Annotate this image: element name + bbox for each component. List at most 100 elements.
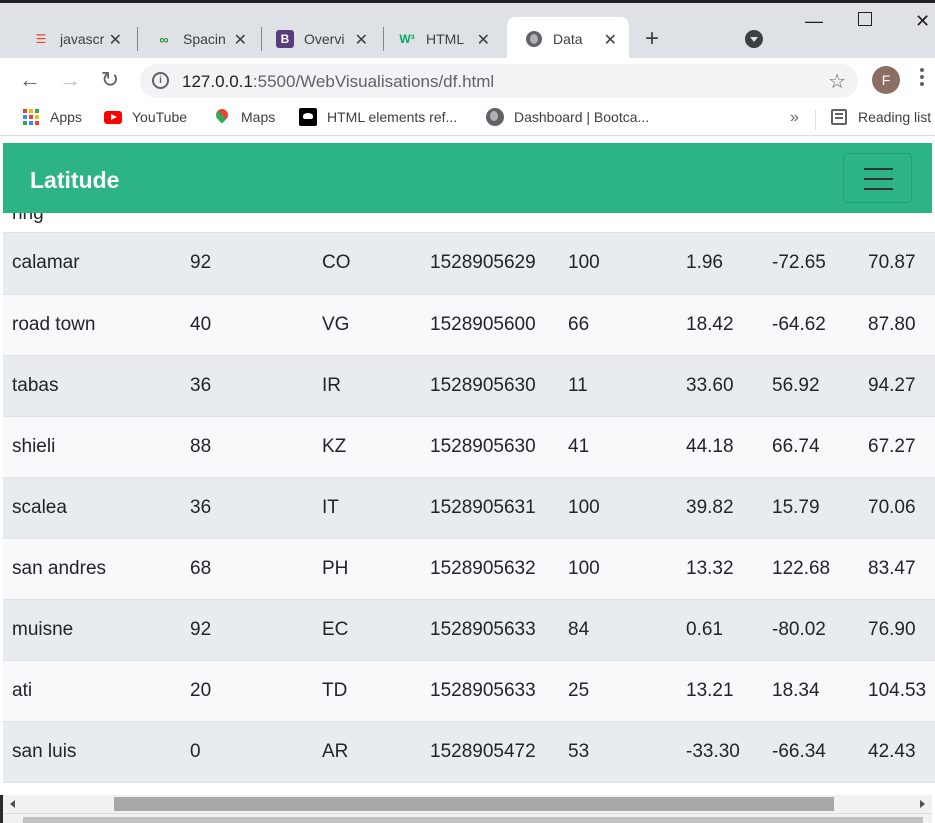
browser-toolbar: ← → ↻ i 127.0.0.1:5500/WebVisualisations…: [0, 58, 935, 102]
table-cell: 92: [181, 599, 313, 661]
navbar-toggler-button[interactable]: [843, 153, 912, 203]
table-cell: KZ: [313, 416, 421, 478]
close-icon[interactable]: ✕: [355, 30, 368, 50]
table-cell: 39.82: [677, 477, 763, 539]
tab-title: Overvi: [304, 31, 345, 47]
table-cell: 1528905630: [421, 416, 559, 478]
table-cell: shieli: [3, 416, 181, 478]
table-cell: 40: [181, 294, 313, 356]
tab-strip: ☰ javascr ✕ ∞ Spacin ✕ B Overvi ✕ W³ HTM…: [0, 0, 935, 61]
html5-icon: ☰: [35, 32, 47, 46]
bookmark-label: Dashboard | Bootca...: [514, 109, 650, 125]
table-cell: 67.27: [859, 416, 935, 478]
profile-avatar[interactable]: F: [872, 66, 900, 94]
close-icon[interactable]: ✕: [234, 30, 247, 50]
table-cell: 56.92: [763, 355, 859, 417]
bookmarks-divider: [815, 110, 816, 130]
table-cell: 87.80: [859, 294, 935, 356]
back-arrow-icon[interactable]: ←: [16, 66, 44, 94]
table-cell: -72.65: [763, 233, 859, 295]
table-row: san luis 0 AR 1528905472 53 -33.30 -66.34 42.43: [3, 721, 935, 783]
table-cell: 1528905632: [421, 538, 559, 600]
table-cell: 70.06: [859, 477, 935, 539]
table-cell: 13.21: [677, 660, 763, 722]
bookmark-apps[interactable]: Apps: [22, 108, 82, 126]
table-cell: VG: [313, 294, 421, 356]
table-cell: -33.30: [677, 721, 763, 783]
table-cell: IT: [313, 477, 421, 539]
bookmark-maps[interactable]: Maps: [213, 108, 275, 126]
table-cell: san andres: [3, 538, 181, 600]
bookmark-label: Maps: [241, 109, 276, 125]
bookmark-html-elements[interactable]: HTML elements ref...: [299, 108, 457, 126]
table-cell: 76.90: [859, 599, 935, 661]
table-row: road town 40 VG 1528905600 66 18.42 -64.62 87.8…: [3, 294, 935, 356]
table-cell: 1528905629: [421, 233, 559, 295]
bookmarks-overflow-button[interactable]: »: [790, 109, 799, 127]
table-cell: 0: [181, 721, 313, 783]
tab-spacing[interactable]: ∞ Spacin ✕: [137, 17, 259, 61]
url-text[interactable]: 127.0.0.1:5500/WebVisualisations/df.html: [182, 72, 494, 92]
url-path: :5500/WebVisualisations/df.html: [252, 72, 495, 91]
table-cell: 25: [559, 660, 677, 722]
table-cell: 84: [559, 599, 677, 661]
close-icon[interactable]: ✕: [109, 30, 122, 50]
table-cell: -64.62: [763, 294, 859, 356]
table-cell: 83.47: [859, 538, 935, 600]
window-close-icon[interactable]: ✕: [915, 11, 930, 32]
navbar-brand[interactable]: Latitude: [30, 167, 119, 194]
info-icon[interactable]: i: [152, 72, 169, 89]
apps-grid-icon: [22, 108, 40, 126]
table-cell: 42.43: [859, 721, 935, 783]
scroll-right-arrow-icon[interactable]: [920, 800, 925, 808]
bookmark-star-icon[interactable]: ☆: [828, 69, 846, 94]
close-icon[interactable]: ✕: [604, 30, 617, 50]
page-viewport[interactable]: Latitude ring calamar 92 CO 1528905629 100 1.…: [0, 143, 935, 795]
table-cell: 70.87: [859, 233, 935, 295]
table-cell: san luis: [3, 721, 181, 783]
scroll-left-arrow-icon[interactable]: [10, 800, 15, 808]
table-cell: 1.96: [677, 233, 763, 295]
scrollbar-thumb[interactable]: [114, 797, 834, 811]
tab-data[interactable]: Data ✕: [507, 17, 629, 61]
bootstrap-icon: B: [276, 30, 294, 48]
new-tab-button[interactable]: +: [645, 25, 659, 53]
table-cell: 1528905633: [421, 660, 559, 722]
forward-arrow-icon[interactable]: →: [56, 66, 84, 94]
table-row: scalea 36 IT 1528905631 100 39.82 15.79 70.06: [3, 477, 935, 539]
scrollbar-thumb[interactable]: [23, 817, 923, 823]
maps-pin-icon: [213, 108, 231, 126]
window-horizontal-scrollbar[interactable]: [3, 813, 932, 823]
maximize-icon[interactable]: [858, 12, 872, 26]
table-cell: 44.18: [677, 416, 763, 478]
table-cell: 66.74: [763, 416, 859, 478]
tab-search-icon[interactable]: [745, 30, 763, 48]
bookmark-dashboard[interactable]: Dashboard | Bootca...: [486, 108, 649, 126]
tab-html[interactable]: W³ HTML ✕: [380, 17, 502, 61]
table-cell: 100: [559, 538, 677, 600]
table-cell: TD: [313, 660, 421, 722]
address-bar[interactable]: i 127.0.0.1:5500/WebVisualisations/df.ht…: [140, 64, 858, 98]
reading-list-button[interactable]: Reading list: [830, 108, 931, 126]
close-icon[interactable]: ✕: [477, 30, 490, 50]
table-cell: ati: [3, 660, 181, 722]
data-table: calamar 92 CO 1528905629 100 1.96 -72.65 70.87 r…: [3, 233, 935, 783]
table-cell: 15.79: [763, 477, 859, 539]
table-cell: 20: [181, 660, 313, 722]
horizontal-scrollbar[interactable]: [3, 795, 932, 813]
table-cell: 18.34: [763, 660, 859, 722]
table-cell: tabas: [3, 355, 181, 417]
reload-icon[interactable]: ↻: [96, 66, 124, 94]
table-cell: 18.42: [677, 294, 763, 356]
menu-dots-icon[interactable]: [920, 68, 924, 89]
tab-overview[interactable]: B Overvi ✕: [258, 17, 380, 61]
site-navbar: Latitude: [3, 143, 932, 213]
table-cell: AR: [313, 721, 421, 783]
bookmark-youtube[interactable]: YouTube: [104, 108, 187, 126]
bookmark-label: YouTube: [132, 109, 188, 125]
minimize-icon[interactable]: —: [805, 11, 823, 32]
tab-title: javascr: [60, 31, 104, 47]
table-cell: -66.34: [763, 721, 859, 783]
table-cell: 33.60: [677, 355, 763, 417]
tab-javascript[interactable]: ☰ javascr ✕: [14, 17, 134, 61]
